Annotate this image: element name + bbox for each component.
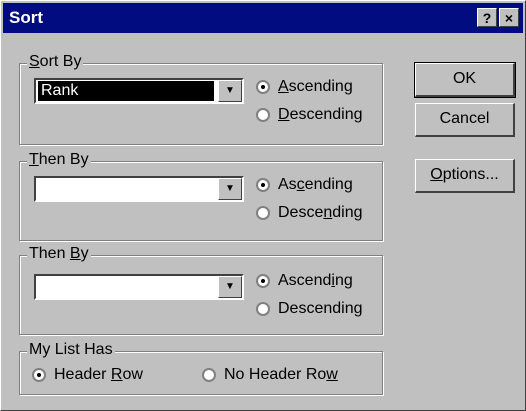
close-button[interactable]: × <box>499 8 519 27</box>
sort-by-value: Rank <box>38 81 214 101</box>
window-title: Sort <box>9 8 43 27</box>
then-by-1-value <box>38 179 214 199</box>
radio-selected-icon <box>32 368 46 382</box>
sort-by-combo[interactable]: Rank ▼ <box>34 78 244 104</box>
then-by-1-descending-label: Descending <box>278 204 363 221</box>
radio-empty-icon <box>256 302 270 316</box>
radio-selected-icon <box>256 178 270 192</box>
my-list-has-group: My List Has Header Row No Header Row <box>19 341 383 395</box>
sort-by-ascending-label: Ascending <box>278 78 353 95</box>
then-by-1-ascending-label: Ascending <box>278 176 353 193</box>
radio-empty-icon <box>256 108 270 122</box>
then-by-2-descending-label: Descending <box>278 300 363 317</box>
then-by-1-combo[interactable]: ▼ <box>34 176 244 202</box>
then-by-2-combo[interactable]: ▼ <box>34 274 244 300</box>
radio-empty-icon <box>256 206 270 220</box>
radio-selected-icon <box>256 80 270 94</box>
radio-empty-icon <box>202 368 216 382</box>
options-button[interactable]: Options... <box>415 159 515 193</box>
radio-selected-icon <box>256 274 270 288</box>
then-by-2-ascending-label: Ascending <box>278 272 353 289</box>
dropdown-arrow-icon[interactable]: ▼ <box>218 276 242 298</box>
dropdown-arrow-icon[interactable]: ▼ <box>218 178 242 200</box>
cancel-button[interactable]: Cancel <box>415 103 515 137</box>
sort-dialog: Sort ? × Sort By Rank ▼ Ascending Descen… <box>0 0 526 411</box>
then-by-1-legend: Then By <box>27 151 91 169</box>
then-by-2-value <box>38 277 214 297</box>
then-by-group-2: Then By ▼ Ascending Descending <box>19 245 383 335</box>
my-list-has-legend: My List Has <box>27 341 115 359</box>
no-header-row-label: No Header Row <box>224 366 338 383</box>
title-bar[interactable]: Sort ? × <box>3 3 523 33</box>
header-row-label: Header Row <box>54 366 143 383</box>
then-by-2-legend: Then By <box>27 245 91 263</box>
sort-by-descending-label: Descending <box>278 106 363 123</box>
sort-by-legend: Sort By <box>27 53 84 71</box>
sort-by-group: Sort By Rank ▼ Ascending Descending <box>19 53 383 145</box>
help-button[interactable]: ? <box>477 8 497 27</box>
dropdown-arrow-icon[interactable]: ▼ <box>218 80 242 102</box>
then-by-group-1: Then By ▼ Ascending Descending <box>19 151 383 241</box>
ok-button[interactable]: OK <box>414 62 516 98</box>
